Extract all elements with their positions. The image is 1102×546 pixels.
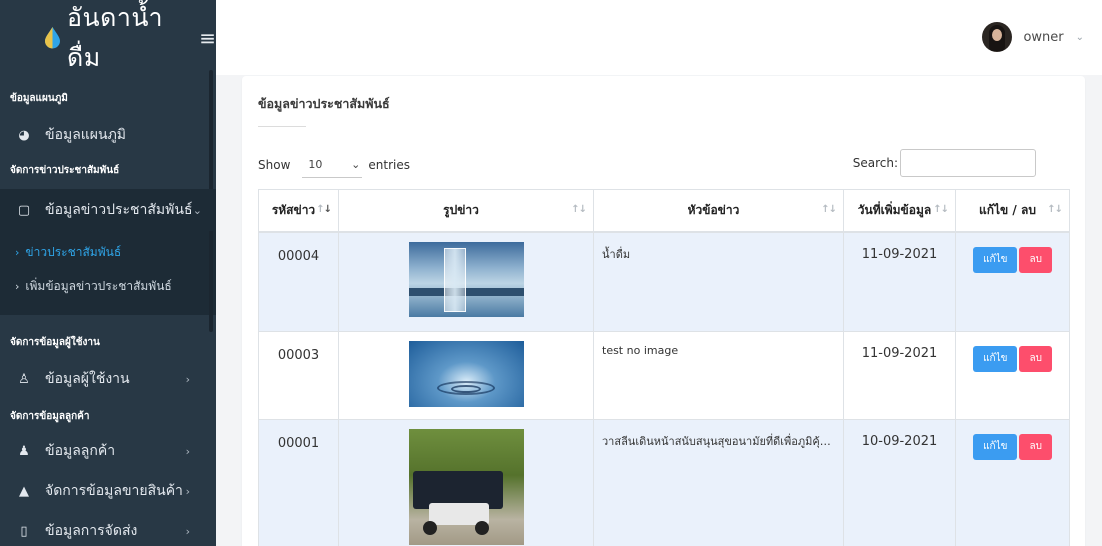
sidebar-item-chart[interactable]: ◕ ข้อมูลแผนภูมิ — [0, 111, 216, 159]
column-header-actions[interactable]: แก้ไข / ลบ ↑↓ — [955, 189, 1070, 233]
sidebar-item-label: ข้อมูลข่าวประชาสัมพันธ์ — [45, 202, 193, 218]
avatar[interactable] — [982, 22, 1013, 52]
sidebar-submenu: › ข่าวประชาสัมพันธ์ › เพิ่มข้อมูลข่าวประ… — [0, 231, 216, 315]
sidebar-item-sales[interactable]: ▲ จัดการข้อมูลขายสินค้า › — [0, 471, 216, 511]
search-label: Search: — [852, 156, 898, 170]
table-row: 00001 วาสลีนเดินหน้าสนับสนุนสุขอนามัยที่… — [258, 419, 1070, 546]
sidebar-item-news[interactable]: ▢ ข้อมูลข่าวประชาสัมพันธ์ ⌄ — [0, 189, 216, 231]
table-header-row: รหัสข่าว ↑↓ รูปข่าว ↑↓ หัวข้อข่าว ↑↓ วันที่… — [258, 189, 1070, 233]
edit-button[interactable]: แก้ไข — [973, 246, 1018, 273]
news-image-cell — [338, 419, 594, 546]
news-image-cell — [338, 231, 594, 332]
sidebar-section-chart: ข้อมูลแผนภูมิ — [10, 93, 68, 104]
chevron-right-icon: › — [185, 444, 190, 458]
chevron-right-icon: › — [15, 245, 20, 259]
chevron-right-icon: › — [15, 279, 20, 293]
entries-label: entries — [368, 158, 410, 172]
news-headline: น้ำดื่ม — [593, 231, 844, 332]
sort-icon: ↑↓ — [1047, 204, 1063, 215]
search-input[interactable] — [900, 149, 1036, 177]
table-row: 00004 น้ำดื่ม 11-09-2021 แก้ไข ลบ — [258, 231, 1070, 332]
news-date: 11-09-2021 — [843, 331, 956, 420]
delete-button[interactable]: ลบ — [1019, 346, 1052, 372]
search-control: Search: — [853, 149, 1036, 177]
sidebar-section-news: จัดการข่าวประชาสัมพันธ์ — [10, 165, 120, 176]
news-card: ข้อมูลข่าวประชาสัมพันธ์ Show 10 ⌄ entrie… — [242, 76, 1085, 546]
chevron-right-icon: › — [185, 524, 190, 538]
column-header-headline[interactable]: หัวข้อข่าว ↑↓ — [593, 189, 844, 233]
file-icon: ▢ — [17, 202, 31, 218]
show-label: Show — [258, 158, 291, 172]
column-header-image[interactable]: รูปข่าว ↑↓ — [338, 189, 594, 233]
users-icon: ♟ — [18, 443, 30, 459]
user-menu[interactable]: owner ⌄ — [982, 22, 1084, 52]
user-name[interactable]: owner — [1023, 30, 1063, 45]
news-code: 00004 — [258, 231, 339, 332]
news-date: 11-09-2021 — [843, 231, 956, 332]
sidebar-item-label: ข้อมูลการจัดส่ง — [45, 523, 138, 539]
entries-select[interactable]: 10 ⌄ — [302, 152, 363, 178]
chevron-down-icon: ⌄ — [192, 203, 202, 217]
news-date: 10-09-2021 — [843, 419, 956, 546]
user-icon: ♙ — [18, 371, 30, 387]
sort-icon: ↑↓ — [933, 204, 949, 215]
news-image-cell — [338, 331, 594, 420]
sort-icon: ↑↓ — [821, 204, 837, 215]
news-actions: แก้ไข ลบ — [955, 331, 1070, 420]
column-header-date[interactable]: วันที่เพิ่มข้อมูล ↑↓ — [843, 189, 956, 233]
chevron-right-icon: › — [185, 484, 190, 498]
title-divider — [258, 126, 306, 127]
sidebar-subitem-label: เพิ่มข้อมูลข่าวประชาสัมพันธ์ — [25, 278, 172, 293]
shopping-bag-icon: ▲ — [19, 483, 29, 499]
news-headline: test no image — [593, 331, 844, 420]
brand-title: อันดาน้ำดื่ม — [67, 2, 164, 72]
delete-button[interactable]: ลบ — [1019, 246, 1052, 273]
sidebar-item-label: ข้อมูลแผนภูมิ — [45, 127, 127, 143]
sort-asc-icon: ↑↓ — [316, 204, 332, 215]
sort-icon: ↑↓ — [571, 204, 587, 215]
sidebar-item-customers[interactable]: ♟ ข้อมูลลูกค้า › — [0, 431, 216, 471]
entries-length-control: Show 10 ⌄ entries — [258, 152, 410, 178]
sidebar-item-shipping[interactable]: ▯ ข้อมูลการจัดส่ง › — [0, 511, 216, 546]
chevron-down-icon[interactable]: ⌄ — [1076, 32, 1084, 43]
sidebar-item-label: จัดการข้อมูลขายสินค้า — [45, 483, 183, 499]
water-drop-photo — [408, 341, 524, 407]
table-row: 00003 test no image 11-09-2021 แก้ไข ลบ — [258, 331, 1070, 420]
hamburger-icon[interactable]: ≡ — [199, 28, 216, 48]
sidebar-item-label: ข้อมูลลูกค้า — [45, 443, 116, 459]
news-actions: แก้ไข ลบ — [955, 231, 1070, 332]
sidebar-item-users[interactable]: ♙ ข้อมูลผู้ใช้งาน › — [0, 355, 216, 403]
water-delivery-truck-photo — [408, 429, 524, 545]
water-drop-icon — [44, 26, 61, 49]
news-code: 00001 — [258, 419, 339, 546]
sidebar-subitem-label: ข่าวประชาสัมพันธ์ — [25, 244, 122, 259]
edit-button[interactable]: แก้ไข — [973, 346, 1018, 372]
news-headline: วาสลีนเดินหน้าสนับสนุนสุขอนามัยที่ดีเพื่… — [593, 419, 844, 546]
brand[interactable]: อันดาน้ำดื่ม ≡ — [0, 0, 216, 75]
edit-button[interactable]: แก้ไข — [973, 434, 1018, 460]
pie-chart-icon: ◕ — [18, 127, 30, 143]
news-actions: แก้ไข ลบ — [955, 419, 1070, 546]
glass-of-water-photo — [408, 241, 524, 317]
sidebar-subitem-add-news[interactable]: › เพิ่มข้อมูลข่าวประชาสัมพันธ์ — [0, 269, 216, 303]
page-title: ข้อมูลข่าวประชาสัมพันธ์ — [258, 96, 390, 111]
sidebar-section-users: จัดการข้อมูลผู้ใช้งาน — [10, 337, 100, 348]
column-header-code[interactable]: รหัสข่าว ↑↓ — [258, 189, 339, 233]
topbar: owner ⌄ — [216, 0, 1102, 75]
chevron-down-icon: ⌄ — [351, 158, 361, 171]
sidebar: อันดาน้ำดื่ม ≡ ข้อมูลแผนภูมิ ◕ ข้อมูลแผน… — [0, 0, 216, 546]
sidebar-subitem-news-list[interactable]: › ข่าวประชาสัมพันธ์ — [0, 235, 216, 269]
sidebar-item-label: ข้อมูลผู้ใช้งาน — [45, 371, 130, 387]
box-icon: ▯ — [20, 523, 28, 539]
entries-value: 10 — [308, 158, 323, 171]
delete-button[interactable]: ลบ — [1019, 434, 1052, 460]
news-code: 00003 — [258, 331, 339, 420]
sidebar-section-customers: จัดการข้อมูลลูกค้า — [10, 411, 90, 422]
chevron-right-icon: › — [185, 372, 190, 386]
news-table: รหัสข่าว ↑↓ รูปข่าว ↑↓ หัวข้อข่าว ↑↓ วันที่… — [258, 189, 1070, 546]
